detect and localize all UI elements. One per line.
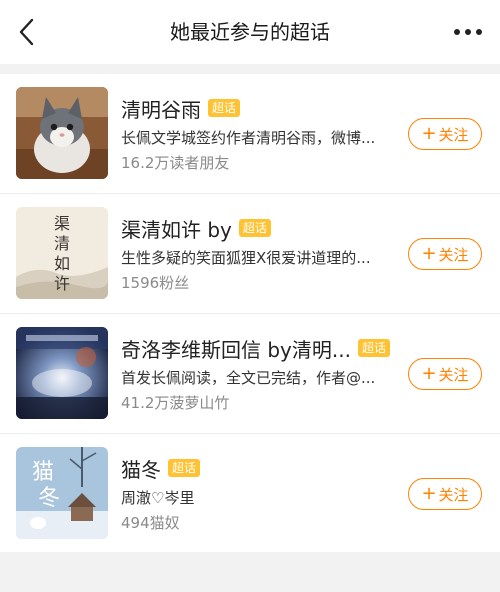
topic-name: 猫冬 [121, 457, 161, 482]
topic-follower-count: 16.2万读者朋友 [121, 154, 230, 172]
topic-cover-image [16, 327, 108, 419]
back-button[interactable] [12, 16, 40, 48]
supertopic-badge: 超话 [168, 459, 201, 477]
follow-label: 关注 [438, 485, 469, 504]
topic-cover-image: 猫 冬 [16, 447, 108, 539]
topic-cover-image: 渠 清 如 许 [16, 207, 108, 299]
topic-follower-count: 494猫奴 [121, 514, 180, 532]
topic-follower-count: 1596粉丝 [121, 274, 190, 292]
topic-description: 长佩文学城签约作者清明谷雨，微博... [121, 129, 376, 147]
supertopic-badge: 超话 [357, 339, 390, 357]
chevron-left-icon [19, 18, 34, 46]
topic-item[interactable]: 猫 冬 猫冬 超话 周澈♡岑里 494猫奴 + 关注 [0, 434, 500, 554]
more-dots-icon [454, 29, 482, 35]
plus-icon: + [421, 363, 437, 384]
topic-item[interactable]: 奇洛李维斯回信 by清明... 超话 首发长佩阅读，全文已完结，作者@... 4… [0, 314, 500, 434]
top-nav-bar: 她最近参与的超话 [0, 0, 500, 64]
cover-text: 许 [54, 274, 70, 293]
topic-description: 生性多疑的笑面狐狸X很爱讲道理的... [121, 249, 371, 267]
cover-text: 渠 [54, 214, 70, 233]
plus-icon: + [421, 243, 437, 264]
supertopic-badge: 超话 [208, 99, 241, 117]
supertopic-badge: 超话 [238, 219, 271, 237]
topic-item[interactable]: 清明谷雨 超话 长佩文学城签约作者清明谷雨，微博... 16.2万读者朋友 + … [0, 74, 500, 194]
topic-list: 清明谷雨 超话 长佩文学城签约作者清明谷雨，微博... 16.2万读者朋友 + … [0, 74, 500, 552]
more-button[interactable] [450, 18, 486, 46]
cover-text: 冬 [38, 486, 60, 511]
topic-description: 周澈♡岑里 [121, 489, 195, 507]
follow-label: 关注 [438, 125, 469, 144]
plus-icon: + [421, 123, 437, 144]
topic-description: 首发长佩阅读，全文已完结，作者@... [121, 369, 376, 387]
plus-icon: + [421, 483, 437, 504]
topic-cover-image [16, 87, 108, 179]
follow-button[interactable]: + 关注 [408, 238, 482, 270]
topic-name: 渠清如许 by [121, 217, 232, 242]
cover-text: 猫 [32, 460, 54, 485]
follow-label: 关注 [438, 245, 469, 264]
page-title: 她最近参与的超话 [170, 20, 330, 44]
topic-follower-count: 41.2万菠萝山竹 [121, 394, 230, 412]
follow-button[interactable]: + 关注 [408, 478, 482, 510]
topic-name: 清明谷雨 [121, 97, 201, 122]
cover-text: 清 [54, 234, 70, 253]
follow-button[interactable]: + 关注 [408, 358, 482, 390]
topic-name: 奇洛李维斯回信 by清明... [121, 337, 351, 362]
follow-button[interactable]: + 关注 [408, 118, 482, 150]
follow-label: 关注 [438, 365, 469, 384]
topic-item[interactable]: 渠 清 如 许 渠清如许 by 超话 生性多疑的笑面狐狸X很爱讲道理的... 1… [0, 194, 500, 314]
cover-text: 如 [54, 254, 70, 273]
